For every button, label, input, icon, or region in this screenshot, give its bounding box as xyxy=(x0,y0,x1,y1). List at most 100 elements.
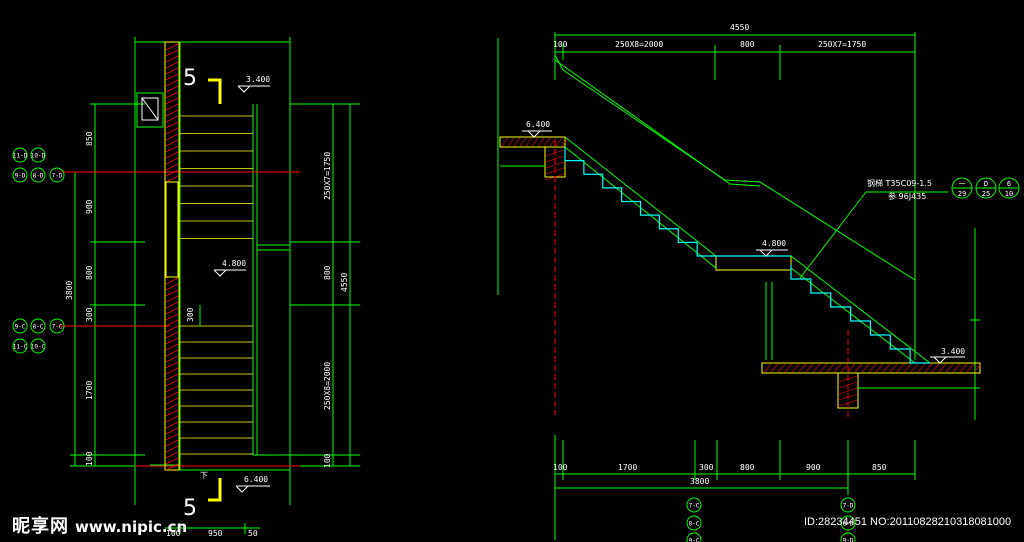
axis-tag-label: 7-D xyxy=(843,503,854,510)
axis-tag-label: 7-D xyxy=(52,173,63,180)
section-level-mid: 4.800 xyxy=(756,239,788,257)
slab-hatch-line xyxy=(763,363,772,373)
wall-hatch-line xyxy=(165,121,179,129)
slab-lower xyxy=(761,362,981,374)
axis-tag-label: 7-C xyxy=(689,503,700,510)
slab-hatch-line xyxy=(833,363,842,373)
axis-tag-label: 7-C xyxy=(52,324,63,331)
detail-ref-bottom: 25 xyxy=(982,190,990,198)
slab-hatch-line xyxy=(882,363,891,373)
wall-hatch-line xyxy=(165,409,179,417)
wall-hatch-line xyxy=(165,451,179,459)
section-axis-lines xyxy=(554,140,849,420)
section-handrail xyxy=(554,35,980,420)
axis-tag-label: 9-D xyxy=(15,173,26,180)
slab-hatch-line xyxy=(840,363,849,373)
wall-hatch-line xyxy=(165,379,179,387)
slab-hatch-line xyxy=(917,363,926,373)
plan-axis-tags-top: 11-D 10-D 9-D 8-D 7-D xyxy=(12,147,65,183)
slab-hatch-line xyxy=(966,363,975,373)
detail-ref-top: D xyxy=(984,180,988,188)
wall-hatch-line xyxy=(165,175,179,183)
detail-ref-top: 6 xyxy=(1007,180,1011,188)
wall-hatch-line xyxy=(165,55,179,63)
wall-hatch-line xyxy=(165,145,179,153)
plan-dim-inner-300: 300 xyxy=(186,307,195,322)
wall-hatch-line xyxy=(165,157,179,165)
section-dim-top-100: 100 xyxy=(553,40,568,49)
slab-hatch-line xyxy=(819,363,828,373)
plan-door xyxy=(165,181,179,278)
slab-hatch-line xyxy=(910,363,919,373)
wall-hatch-line xyxy=(165,421,179,429)
plan-level-top: 3.400 xyxy=(237,75,270,93)
wall-hatch-line xyxy=(165,133,179,141)
axis-tag-label: 8-D xyxy=(33,173,44,180)
detail-ref-tags: 一 29 D 25 6 10 xyxy=(951,177,1020,199)
detail-ref-bottom: 10 xyxy=(1005,190,1013,198)
wall-hatch-line xyxy=(165,43,179,51)
axis-tag-label: 10-C xyxy=(31,344,46,351)
section-dim-bot-300: 300 xyxy=(699,463,714,472)
wall-hatch-line xyxy=(165,163,179,171)
wall-hatch-line xyxy=(165,439,179,447)
wall-hatch-line xyxy=(165,85,179,93)
wall-hatch-line xyxy=(165,349,179,357)
stair-section: 4550 100 250X8=2000 800 250X7=1750 6.400… xyxy=(497,23,1020,542)
slab-hatch-line xyxy=(531,137,539,147)
wall-hatch-line xyxy=(165,109,179,117)
slab-hatch-line xyxy=(847,363,856,373)
wall-hatch-line xyxy=(165,457,179,465)
wall-hatch-line xyxy=(165,331,179,339)
section-cut-bottom xyxy=(208,478,222,502)
slab-hatch-line xyxy=(507,137,515,147)
plan-dim-300: 300 xyxy=(85,307,94,322)
wall-hatch-line xyxy=(165,73,179,81)
wall-hatch-line xyxy=(165,283,179,291)
stair-step-profile xyxy=(790,265,930,364)
wall-hatch-line xyxy=(165,301,179,309)
plan-level-mid-text: 4.800 xyxy=(222,259,246,268)
section-dim-total-top: 4550 xyxy=(730,23,749,32)
wall-hatch-line xyxy=(165,277,179,285)
slab-hatch-line xyxy=(945,363,954,373)
wall-hatch-line xyxy=(165,391,179,399)
slab-hatch-line xyxy=(868,363,877,373)
slab-hatch-line xyxy=(931,363,940,373)
wall-hatch-line xyxy=(165,337,179,345)
wall-hatch-line xyxy=(165,103,179,111)
wall-hatch-line xyxy=(165,61,179,69)
watermark-url: www.nipic.cn xyxy=(75,518,188,536)
stair-plan: 5 5 3.400 4.800 6.400 下 300 850 900 800 … xyxy=(12,37,360,538)
wall-hatch-line xyxy=(165,313,179,321)
wall-hatch-line xyxy=(165,319,179,327)
slab-hatch-line xyxy=(525,137,533,147)
plan-dim-run2: 250X8=2000 xyxy=(323,362,332,410)
plan-dim-r800: 800 xyxy=(323,265,332,280)
wall-hatch-line xyxy=(165,127,179,135)
wall-hatch-line xyxy=(165,433,179,441)
plan-dim-b950: 950 xyxy=(208,529,223,538)
wall-hatch-line xyxy=(165,295,179,303)
plan-dim-800: 800 xyxy=(85,265,94,280)
wall-hatch-line xyxy=(165,403,179,411)
slab-hatch-line xyxy=(501,137,509,147)
section-level-lower: 3.400 xyxy=(930,347,965,364)
axis-tag-label: 11-C xyxy=(13,344,28,351)
slab-hatch-line xyxy=(777,363,786,373)
plan-outline xyxy=(70,37,360,534)
section-dim-bot-100: 100 xyxy=(553,463,568,472)
plan-axis-tags-mid: 9-C 8-C 7-C 11-C 10-C xyxy=(12,318,65,354)
stair-step-profile xyxy=(564,147,716,257)
handrail-note-1: 钢梯 T35C09-1.5 xyxy=(867,178,932,188)
wall-hatch-line xyxy=(165,325,179,333)
plan-dim-850: 850 xyxy=(85,131,94,146)
section-dim-bot-1700: 1700 xyxy=(618,463,637,472)
axis-tag-label: 9-C xyxy=(689,538,700,542)
slab-hatch-line xyxy=(805,363,814,373)
wall-hatch-line xyxy=(165,115,179,123)
wall-hatch-line xyxy=(165,361,179,369)
detail-ref-bottom: 29 xyxy=(958,190,966,198)
plan-dim-100: 100 xyxy=(85,451,94,466)
section-dim-bot-total: 3800 xyxy=(690,477,709,486)
